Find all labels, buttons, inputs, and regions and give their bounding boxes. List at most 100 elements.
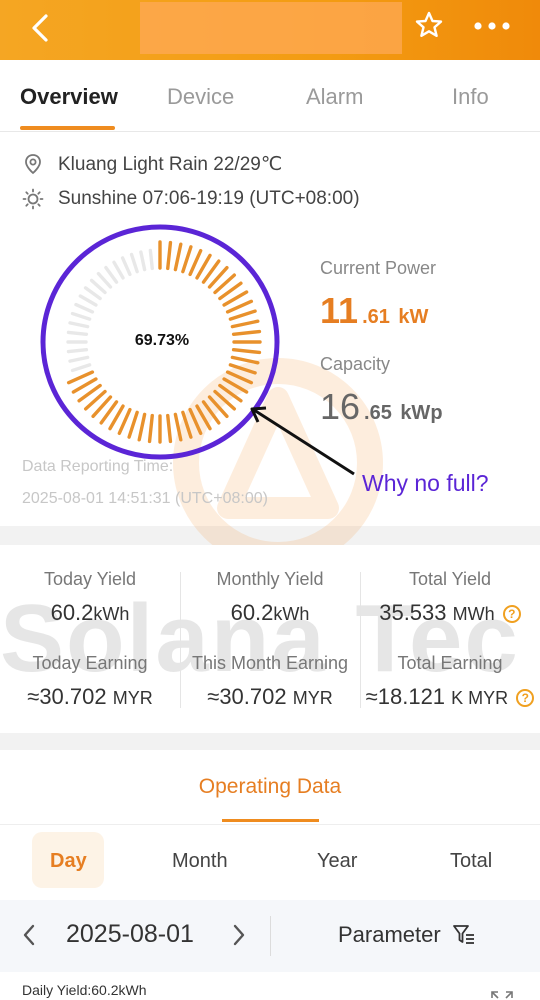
page-title-redacted [140,2,402,54]
gauge-percent-label: 69.73% [134,332,190,349]
gauge-tick-inactive [68,321,90,329]
current-power-unit: kW [398,306,429,328]
gauge-tick-inactive [83,286,102,301]
filter-icon[interactable] [452,924,476,946]
stat-label: Today Yield [43,569,137,589]
gauge-tick-active [230,319,260,329]
capacity-label: Capacity [320,354,391,374]
stat-today-yield: Today Yield 60.2kWh [0,569,180,626]
sunshine-text: Sunshine 07:06-19:19 (UTC+08:00) [58,188,360,209]
stat-value: 60.2kWh [0,600,180,626]
stat-number: ≈30.702 [207,684,287,709]
gauge-tick-inactive [148,248,154,271]
tab-overview[interactable]: Overview [20,84,118,110]
stat-total-yield: Total Yield 35.533 MWh ? [360,569,540,626]
stat-number: ≈18.121 [365,684,446,709]
stat-unit: K MYR [451,688,509,708]
gauge-tick-active [137,412,147,442]
active-tab-indicator [20,126,115,130]
stat-number: 60.2 [230,600,274,625]
period-total[interactable]: Total [450,850,492,873]
gauge-tick-inactive [66,348,89,354]
gauge-tick-inactive [66,330,89,336]
daily-yield-label: Daily Yield:60.2kWh [22,982,147,998]
gauge-tick-active [225,370,254,385]
gauge-tick-active [231,329,262,336]
period-day[interactable]: Day [50,850,87,873]
period-month[interactable]: Month [172,850,228,873]
current-power-value: 11.61 kW [320,290,428,332]
stat-label: This Month Earning [191,653,349,673]
help-icon[interactable]: ? [516,689,535,707]
stat-number: 60.2 [50,600,94,625]
parameter-button[interactable]: Parameter [338,922,441,948]
top-app-bar [0,0,540,60]
gauge-tick-active [228,363,257,375]
tab-info[interactable]: Info [452,84,489,110]
data-reporting-label: Data Reporting Time: [22,458,174,475]
gauge-tick-active [225,299,254,314]
period-year[interactable]: Year [317,850,357,873]
chevron-left-icon[interactable] [26,10,56,46]
stat-total-earning: Total Earning ≈18.121 K MYR ? [360,653,540,710]
gauge-tick-active [188,248,203,277]
stat-unit: MWh [452,604,495,624]
star-icon[interactable] [414,10,444,40]
divider [0,824,540,825]
gauge-tick-inactive [74,302,95,314]
stat-month-earning: This Month Earning ≈30.702 MYR [180,653,360,710]
sun-icon [22,188,44,210]
location-pin-icon [25,154,41,175]
stat-number: 35.533 [379,600,447,625]
stat-value: ≈18.121 K MYR ? [360,684,540,710]
stat-label: Today Earning [32,653,148,673]
gauge-tick-inactive [68,355,90,363]
stat-value: ≈30.702 MYR [180,684,360,710]
stat-unit: MYR [112,688,153,708]
current-power-label: Current Power [320,258,437,278]
operating-data-title[interactable]: Operating Data [0,775,540,799]
gauge-tick-active [166,413,173,444]
tab-device[interactable]: Device [167,84,234,110]
operating-data-indicator [222,819,319,822]
stat-unit: MYR [292,688,333,708]
stat-number: ≈30.702 [27,684,107,709]
gauge-tick-active [166,240,173,271]
gauge-tick-inactive [70,363,92,373]
location-weather-row: Kluang Light Rain 22/29℃ [22,152,282,176]
stat-label: Monthly Yield [216,569,324,589]
chevron-left-icon[interactable] [18,920,40,950]
divider [270,916,271,956]
current-power-integer: 11 [320,290,359,331]
stat-label: Total Earning [397,653,503,673]
sunshine-row: Sunshine 07:06-19:19 (UTC+08:00) [22,187,360,211]
gauge-tick-active [181,410,193,439]
stat-monthly-yield: Monthly Yield 60.2kWh [180,569,360,626]
capacity-unit: kWp [400,402,443,424]
gauge-tick-inactive [78,294,98,307]
gauge-tick-inactive [96,271,113,289]
stat-label: Total Yield [408,569,492,589]
stat-today-earning: Today Earning ≈30.702 MYR [0,653,180,710]
gauge-tick-active [228,309,257,321]
gauge-tick-inactive [70,311,92,321]
help-icon[interactable]: ? [502,605,521,623]
gauge-tick-active [127,410,139,439]
gauge-tick-inactive [120,256,132,277]
annotation-text: Why no full? [362,470,489,496]
selected-date[interactable]: 2025-08-01 [66,920,194,949]
chevron-right-icon[interactable] [228,920,250,950]
gauge-tick-active [230,355,260,365]
gauge-tick-inactive [112,260,125,280]
gauge-tick-active [173,242,183,272]
stat-unit: kWh [273,604,310,624]
gauge-tick-active [188,407,203,436]
tab-alarm[interactable]: Alarm [306,84,363,110]
gauge-tick-active [117,407,132,436]
expand-icon[interactable] [490,990,514,1000]
stat-unit: kWh [93,604,130,624]
gauge-tick-active [181,245,193,274]
gauge-tick-active [231,348,262,355]
more-dots-icon[interactable] [472,14,512,38]
gauge-tick-inactive [89,278,107,295]
